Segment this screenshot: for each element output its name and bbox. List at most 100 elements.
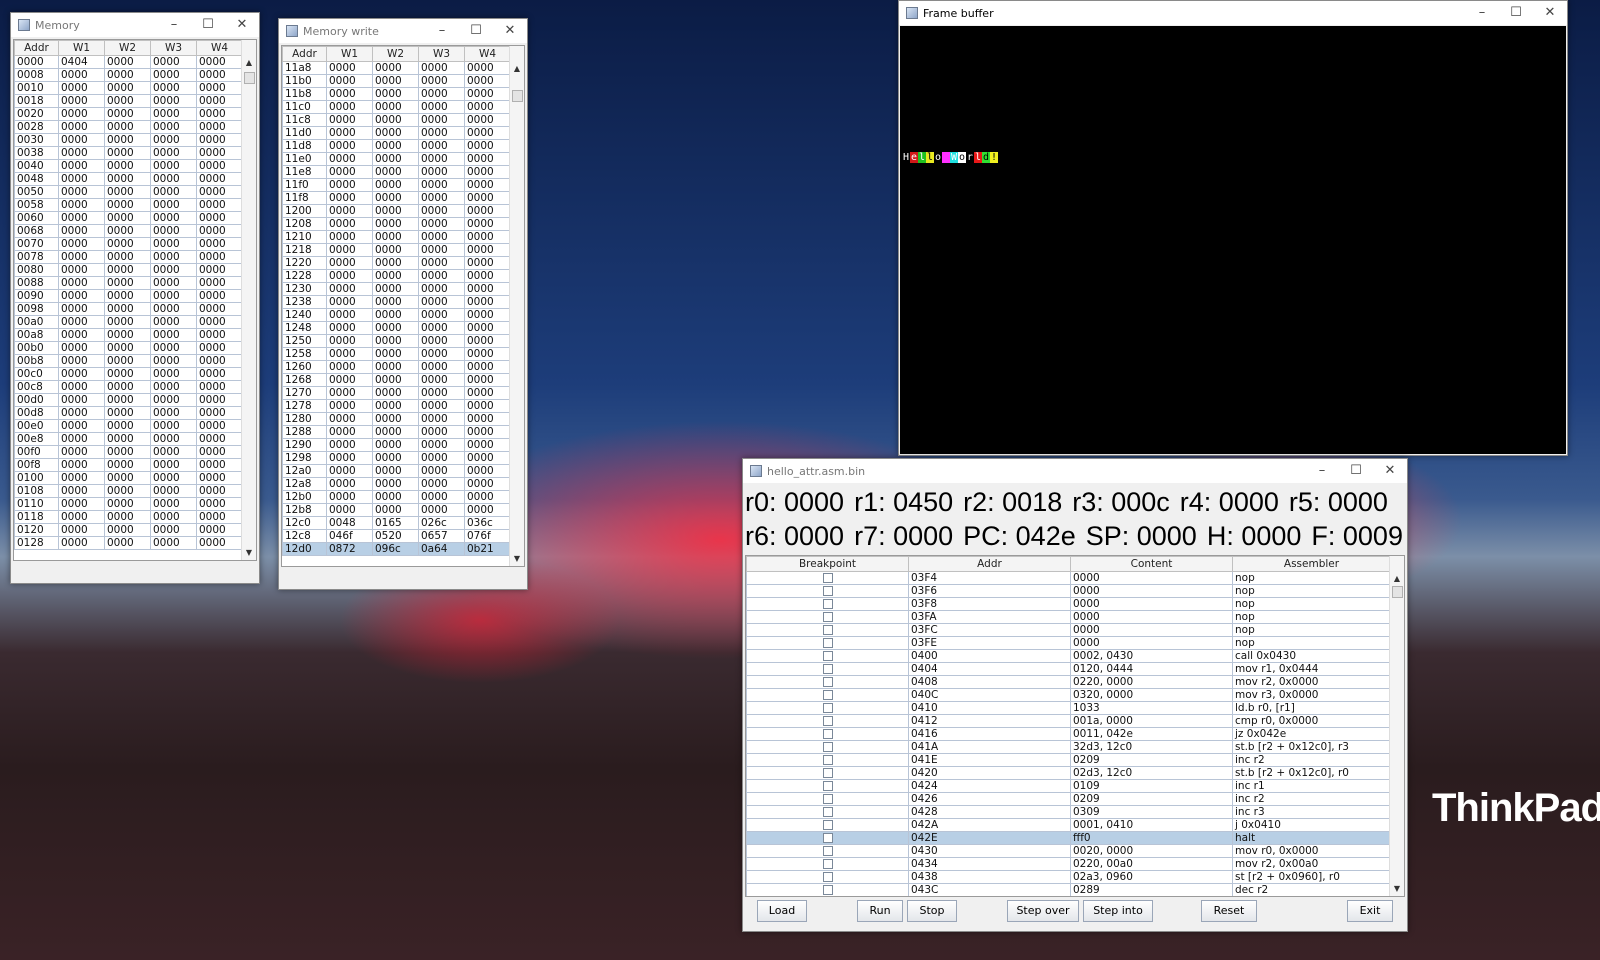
word-cell[interactable]: 0000	[464, 308, 511, 322]
word-cell[interactable]: 0000	[58, 276, 105, 290]
word-cell[interactable]: 0000	[326, 230, 373, 244]
word-cell[interactable]: 0000	[104, 393, 151, 407]
breakpoint-checkbox[interactable]	[822, 690, 833, 700]
word-cell[interactable]: 0000	[372, 308, 419, 322]
breakpoint-cell[interactable]	[746, 623, 909, 637]
word-cell[interactable]: 0000	[58, 94, 105, 108]
word-cell[interactable]: 0b21	[464, 542, 511, 556]
instruction-row[interactable]: 040C 0320, 0000 mov r3, 0x0000	[746, 688, 1391, 702]
word-cell[interactable]: 0000	[104, 523, 151, 537]
address-cell[interactable]: 11c8	[282, 113, 327, 127]
word-cell[interactable]: 0000	[464, 74, 511, 88]
word-cell[interactable]: 0000	[58, 497, 105, 511]
address-cell[interactable]: 00b8	[14, 354, 59, 368]
word-cell[interactable]: 0000	[326, 438, 373, 452]
word-cell[interactable]: 0000	[326, 74, 373, 88]
word-cell[interactable]: 0000	[464, 256, 511, 270]
breakpoint-checkbox[interactable]	[822, 846, 833, 856]
assembler-cell[interactable]: mov r1, 0x0444	[1232, 662, 1391, 676]
word-cell[interactable]: 0000	[418, 334, 465, 348]
breakpoint-cell[interactable]	[746, 766, 909, 780]
assembler-cell[interactable]: cmp r0, 0x0000	[1232, 714, 1391, 728]
breakpoint-cell[interactable]	[746, 714, 909, 728]
word-cell[interactable]: 0000	[196, 484, 243, 498]
word-cell[interactable]: 0000	[58, 419, 105, 433]
word-cell[interactable]: 0000	[326, 412, 373, 426]
word-cell[interactable]: 0000	[326, 425, 373, 439]
table-row[interactable]: 0070 0000 0000 0000 0000	[14, 237, 243, 251]
word-cell[interactable]: 0000	[464, 399, 511, 413]
word-cell[interactable]: 0000	[196, 146, 243, 160]
content-cell[interactable]: 02a3, 0960	[1070, 870, 1233, 884]
word-cell[interactable]: 0657	[418, 529, 465, 543]
table-row[interactable]: 11a8 0000 0000 0000 0000	[282, 61, 511, 75]
address-cell[interactable]: 12d0	[282, 542, 327, 556]
word-cell[interactable]: 0000	[196, 445, 243, 459]
table-row[interactable]: 1240 0000 0000 0000 0000	[282, 308, 511, 322]
word-cell[interactable]: 0000	[196, 276, 243, 290]
breakpoint-cell[interactable]	[746, 805, 909, 819]
word-cell[interactable]: 0000	[104, 406, 151, 420]
word-cell[interactable]: 0000	[104, 250, 151, 264]
word-cell[interactable]: 0000	[418, 191, 465, 205]
column-header-w2[interactable]: W2	[372, 46, 419, 62]
address-cell[interactable]: 12b0	[282, 490, 327, 504]
word-cell[interactable]: 0000	[196, 159, 243, 173]
word-cell[interactable]: 0000	[58, 328, 105, 342]
word-cell[interactable]: 0000	[464, 87, 511, 101]
debugger-titlebar[interactable]: hello_attr.asm.bin – ☐ ✕	[743, 459, 1407, 483]
table-row[interactable]: 0090 0000 0000 0000 0000	[14, 289, 243, 303]
word-cell[interactable]: 0000	[326, 386, 373, 400]
breakpoint-cell[interactable]	[746, 701, 909, 715]
word-cell[interactable]: 0000	[464, 360, 511, 374]
word-cell[interactable]: 0000	[196, 328, 243, 342]
word-cell[interactable]: 0000	[104, 484, 151, 498]
breakpoint-cell[interactable]	[746, 740, 909, 754]
word-cell[interactable]: 0000	[150, 419, 197, 433]
word-cell[interactable]: 0000	[150, 458, 197, 472]
breakpoint-cell[interactable]	[746, 870, 909, 884]
column-header-addr[interactable]: Addr	[14, 40, 59, 56]
table-row[interactable]: 00f8 0000 0000 0000 0000	[14, 458, 243, 472]
table-row[interactable]: 0108 0000 0000 0000 0000	[14, 484, 243, 498]
address-cell[interactable]: 03FE	[908, 636, 1071, 650]
table-row[interactable]: 00e8 0000 0000 0000 0000	[14, 432, 243, 446]
word-cell[interactable]: 0000	[196, 81, 243, 95]
breakpoint-checkbox[interactable]	[822, 833, 833, 843]
address-cell[interactable]: 1210	[282, 230, 327, 244]
word-cell[interactable]: 0000	[464, 178, 511, 192]
disassembly-scrollbar[interactable]: ▲ ▼	[1389, 556, 1404, 896]
word-cell[interactable]: 0000	[372, 438, 419, 452]
word-cell[interactable]: 0000	[372, 139, 419, 153]
table-row[interactable]: 1270 0000 0000 0000 0000	[282, 386, 511, 400]
word-cell[interactable]: 0000	[326, 165, 373, 179]
word-cell[interactable]: 0000	[372, 451, 419, 465]
word-cell[interactable]: 0000	[196, 536, 243, 550]
table-row[interactable]: 1278 0000 0000 0000 0000	[282, 399, 511, 413]
breakpoint-checkbox[interactable]	[822, 612, 833, 622]
address-cell[interactable]: 00a0	[14, 315, 59, 329]
table-row[interactable]: 0110 0000 0000 0000 0000	[14, 497, 243, 511]
address-cell[interactable]: 0426	[908, 792, 1071, 806]
content-cell[interactable]: 0209	[1070, 792, 1233, 806]
word-cell[interactable]: 0000	[326, 152, 373, 166]
address-cell[interactable]: 11c0	[282, 100, 327, 114]
word-cell[interactable]: 0000	[464, 373, 511, 387]
word-cell[interactable]: 0000	[418, 321, 465, 335]
word-cell[interactable]: 0000	[104, 354, 151, 368]
word-cell[interactable]: 0000	[58, 198, 105, 212]
address-cell[interactable]: 11a8	[282, 61, 327, 75]
word-cell[interactable]: 0000	[150, 510, 197, 524]
memory-write-titlebar[interactable]: Memory write – ☐ ✕	[279, 19, 527, 43]
table-row[interactable]: 11b8 0000 0000 0000 0000	[282, 87, 511, 101]
table-row[interactable]: 1248 0000 0000 0000 0000	[282, 321, 511, 335]
word-cell[interactable]: 0000	[58, 380, 105, 394]
breakpoint-cell[interactable]	[746, 584, 909, 598]
word-cell[interactable]: 0000	[104, 315, 151, 329]
breakpoint-cell[interactable]	[746, 727, 909, 741]
word-cell[interactable]: 0000	[418, 139, 465, 153]
word-cell[interactable]: 0000	[196, 419, 243, 433]
word-cell[interactable]: 0000	[464, 282, 511, 296]
address-cell[interactable]: 0410	[908, 701, 1071, 715]
assembler-cell[interactable]: st.b [r2 + 0x12c0], r0	[1232, 766, 1391, 780]
